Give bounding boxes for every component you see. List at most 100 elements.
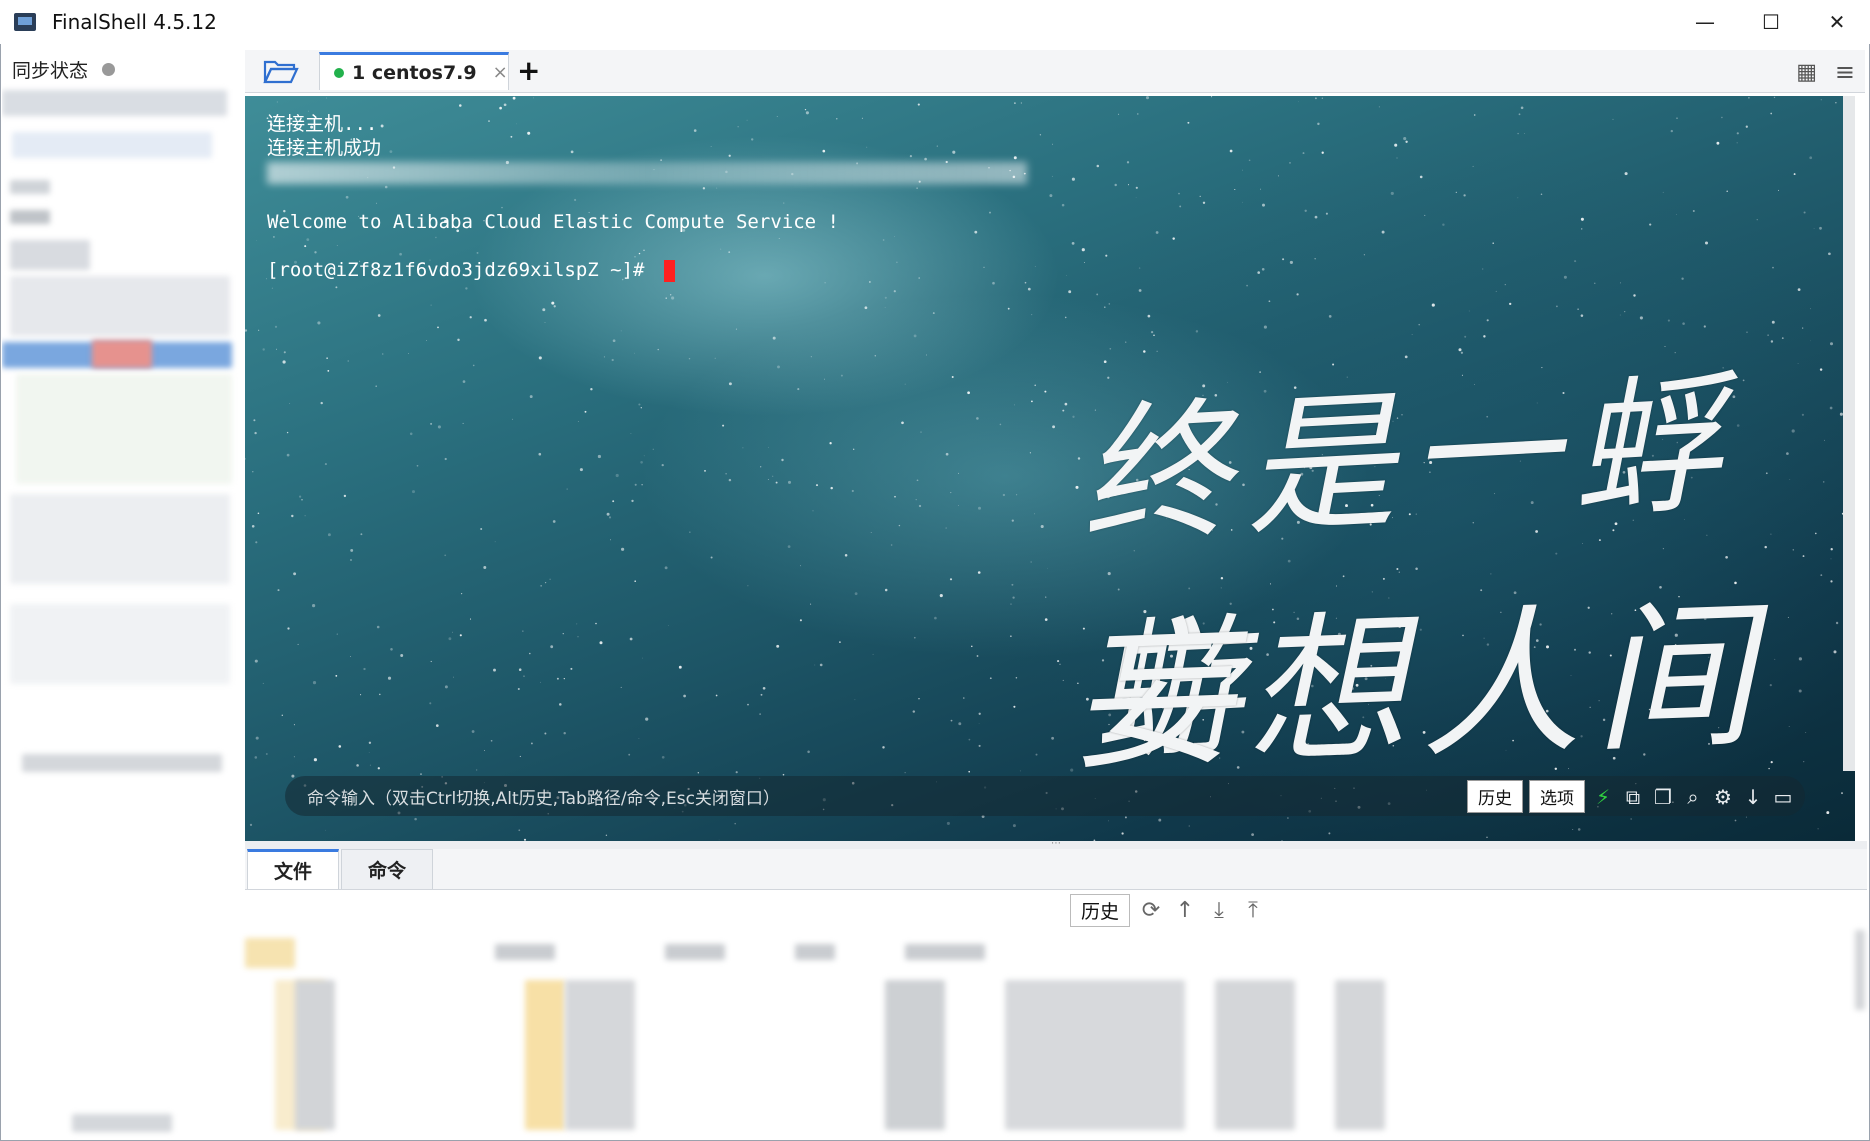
star: [549, 578, 551, 580]
terminal-panel[interactable]: 终是一蜉蝣 妄想人间事 连接主机... 连接主机成功 Welcome to Al…: [245, 96, 1855, 841]
star: [522, 630, 524, 632]
star: [253, 419, 256, 422]
star: [898, 524, 901, 527]
upload-icon[interactable]: ⤒: [1240, 898, 1266, 923]
star: [918, 698, 920, 700]
star: [918, 504, 922, 508]
terminal-scrollbar[interactable]: [1843, 96, 1855, 771]
refresh-icon[interactable]: ⟳: [1138, 898, 1164, 923]
star: [958, 722, 962, 726]
star: [390, 648, 393, 651]
star: [1473, 114, 1476, 116]
star: [1676, 214, 1677, 215]
tab-close-icon[interactable]: ×: [493, 62, 508, 83]
blurred-item: [10, 240, 90, 270]
sync-status[interactable]: 同步状态: [12, 56, 116, 83]
star: [282, 360, 286, 364]
star: [901, 421, 904, 425]
file-history-button[interactable]: 历史: [1070, 894, 1131, 927]
star: [963, 697, 965, 699]
star: [978, 723, 980, 724]
star: [542, 308, 546, 312]
star: [665, 297, 667, 299]
star: [1187, 121, 1190, 124]
star: [1034, 266, 1036, 267]
tab-files[interactable]: 文件: [247, 849, 339, 889]
star: [360, 694, 362, 696]
star: [612, 339, 616, 343]
star: [1034, 513, 1036, 515]
close-button[interactable]: ✕: [1804, 0, 1870, 44]
star: [317, 321, 321, 325]
minimize-button[interactable]: —: [1672, 0, 1738, 44]
star: [1066, 275, 1067, 276]
star: [484, 318, 487, 322]
blurred-terminal-line: [267, 162, 1027, 184]
copy-icon[interactable]: ⧉: [1621, 785, 1645, 809]
star: [1007, 307, 1010, 310]
terminal-output: 连接主机... 连接主机成功 Welcome to Alibaba Cloud …: [267, 112, 1027, 282]
options-button[interactable]: 选项: [1529, 780, 1585, 813]
star: [249, 823, 253, 827]
star: [652, 448, 654, 450]
star: [620, 686, 622, 688]
star: [824, 282, 826, 284]
star: [704, 470, 706, 472]
command-input-bar[interactable]: 命令输入（双击Ctrl切换,Alt历史,Tab路径/命令,Esc关闭窗口） 历史…: [285, 776, 1805, 816]
tab-commands[interactable]: 命令: [341, 849, 433, 889]
star: [376, 625, 380, 629]
gear-icon[interactable]: ⚙: [1711, 785, 1735, 809]
star: [538, 356, 542, 360]
star: [530, 742, 533, 745]
star: [1068, 290, 1072, 294]
star: [1504, 284, 1506, 286]
grid-view-icon[interactable]: ▦: [1796, 60, 1817, 85]
star: [1014, 102, 1016, 104]
star: [336, 633, 338, 635]
star: [1820, 99, 1822, 101]
up-arrow-icon[interactable]: ↑: [1172, 898, 1198, 923]
star: [1145, 96, 1150, 100]
star: [913, 334, 917, 338]
star: [1011, 583, 1014, 586]
star: [343, 494, 347, 498]
star: [781, 458, 784, 462]
star: [1070, 768, 1074, 772]
lightning-icon[interactable]: ⚡: [1591, 785, 1615, 809]
panel-splitter[interactable]: ⋯: [245, 839, 1867, 849]
bottom-tab-bar: 文件 命令: [245, 849, 1867, 890]
star: [452, 631, 453, 633]
star: [411, 490, 416, 494]
star: [638, 403, 641, 406]
paste-icon[interactable]: ❐: [1651, 785, 1675, 809]
maximize-button[interactable]: ☐: [1738, 0, 1804, 44]
star: [1419, 175, 1423, 179]
terminal-line: 连接主机...: [267, 113, 378, 135]
star: [714, 357, 716, 359]
star: [1135, 197, 1137, 198]
history-button[interactable]: 历史: [1467, 780, 1523, 813]
search-icon[interactable]: ⌕: [1681, 785, 1705, 809]
star: [377, 767, 380, 770]
star: [1040, 524, 1044, 529]
menu-icon[interactable]: ≡: [1835, 58, 1855, 86]
star: [715, 694, 718, 697]
tab-session[interactable]: 1 centos7.9 ×: [319, 52, 509, 90]
star: [844, 554, 848, 557]
star: [804, 108, 807, 111]
star: [291, 774, 295, 778]
add-tab-button[interactable]: +: [517, 54, 540, 87]
star: [254, 431, 257, 435]
folder-open-icon[interactable]: [263, 58, 299, 84]
star: [1580, 217, 1584, 221]
star: [620, 330, 622, 332]
star: [1039, 134, 1042, 136]
star: [760, 466, 762, 468]
star: [350, 548, 354, 552]
download-icon[interactable]: ↓: [1741, 785, 1765, 809]
star: [915, 498, 917, 501]
star: [518, 829, 521, 832]
blurred-item: [2, 90, 227, 116]
maximize-icon[interactable]: ▭: [1771, 785, 1795, 809]
download-icon[interactable]: ⤓: [1206, 898, 1232, 923]
